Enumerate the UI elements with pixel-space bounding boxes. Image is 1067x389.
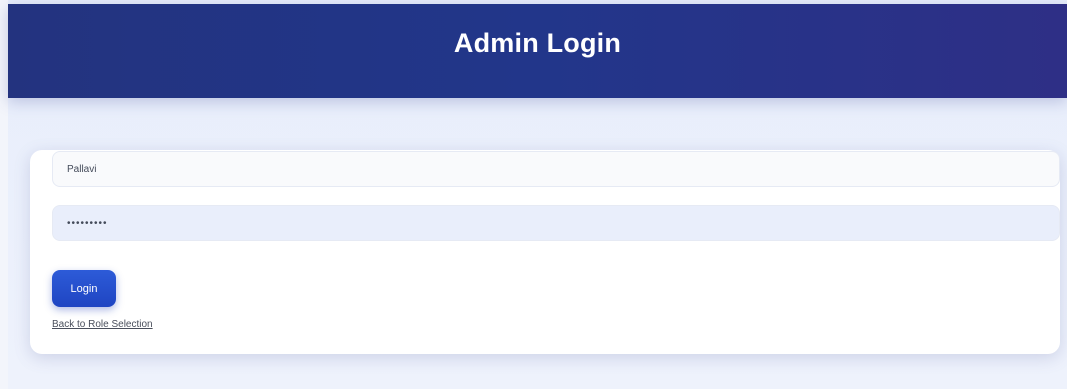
username-input[interactable]	[52, 151, 1060, 187]
back-to-role-selection-link[interactable]: Back to Role Selection	[52, 319, 153, 330]
page-header: Admin Login	[8, 4, 1067, 98]
login-card: Login Back to Role Selection	[30, 150, 1060, 354]
page-title: Admin Login	[453, 28, 622, 58]
password-input[interactable]	[52, 205, 1060, 241]
login-button[interactable]: Login	[52, 270, 116, 307]
